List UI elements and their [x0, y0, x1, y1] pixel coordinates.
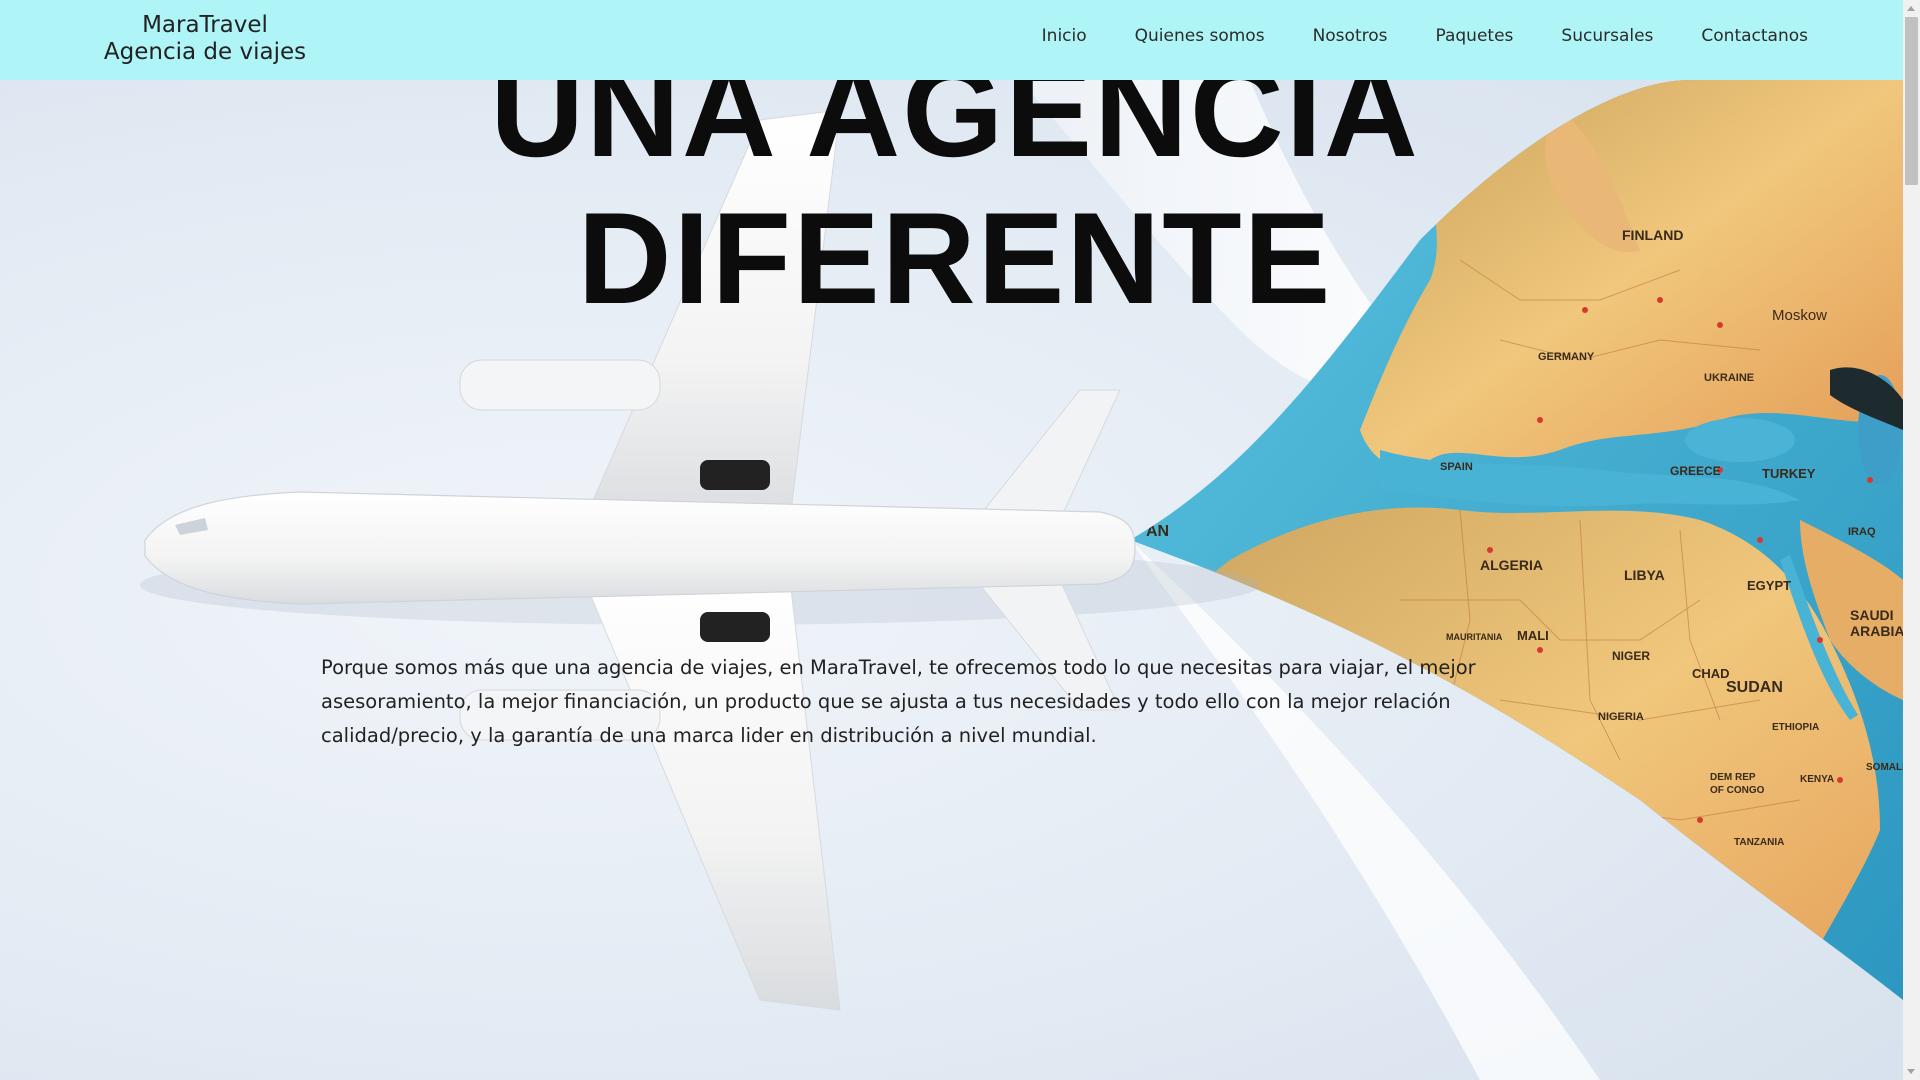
- map-label-somalia: SOMALIA: [1866, 762, 1903, 773]
- nav-item-inicio[interactable]: Inicio: [1042, 26, 1087, 46]
- map-label-tanzania: TANZANIA: [1734, 837, 1784, 848]
- nav-item-sucursales[interactable]: Sucursales: [1561, 26, 1653, 46]
- nav-item-paquetes[interactable]: Paquetes: [1435, 26, 1513, 46]
- map-label-chad: CHAD: [1692, 666, 1730, 681]
- map-label-libya: LIBYA: [1624, 567, 1665, 583]
- nav-menu: Inicio Quienes somos Nosotros Paquetes S…: [1042, 26, 1808, 46]
- map-label-mali: MALI: [1517, 628, 1549, 643]
- map-label-sudan: SUDAN: [1726, 679, 1783, 696]
- scroll-down-arrow-icon[interactable]: [1907, 1069, 1915, 1074]
- scroll-up-arrow-icon[interactable]: [1907, 6, 1915, 11]
- map-label-germany: GERMANY: [1538, 351, 1595, 363]
- map-label-finland: FINLAND: [1622, 227, 1683, 243]
- map-label-an: AN: [1146, 523, 1169, 540]
- map-label-kenya: KENYA: [1800, 774, 1834, 785]
- brand-tagline: Agencia de viajes: [103, 39, 307, 65]
- map-label-spain: SPAIN: [1440, 461, 1473, 473]
- nav-item-nosotros[interactable]: Nosotros: [1313, 26, 1388, 46]
- navbar: MaraTravel Agencia de viajes Inicio Quie…: [0, 0, 1903, 80]
- map-label-ethiopia: ETHIOPIA: [1772, 722, 1819, 733]
- map-label-iraq: IRAQ: [1848, 526, 1876, 538]
- scroll-thumb[interactable]: [1905, 17, 1918, 185]
- map-label-nigeria: NIGERIA: [1598, 711, 1644, 723]
- nav-item-contactanos[interactable]: Contactanos: [1701, 26, 1808, 46]
- hero-headline: UNA AGENCIA DIFERENTE: [340, 38, 1570, 332]
- map-label-of-congo: OF CONGO: [1710, 785, 1765, 796]
- map-label-algeria: ALGERIA: [1480, 557, 1543, 573]
- map-label-saudi: SAUDI: [1850, 607, 1894, 623]
- page-scrollbar[interactable]: [1903, 0, 1920, 1080]
- brand-name: MaraTravel: [142, 12, 268, 38]
- map-label-moskow: Moskow: [1772, 307, 1827, 324]
- map-label-dem-rep: DEM REP: [1710, 772, 1756, 783]
- map-label-niger: NIGER: [1612, 649, 1650, 663]
- map-label-arabia: ARABIA: [1850, 623, 1903, 639]
- hero-headline-line2: DIFERENTE: [577, 185, 1333, 331]
- map-label-ukraine: UKRAINE: [1704, 372, 1754, 384]
- nav-item-quienes-somos[interactable]: Quienes somos: [1135, 26, 1265, 46]
- map-label-turkey: TURKEY: [1762, 466, 1816, 481]
- map-label-greece: GREECE: [1670, 464, 1721, 478]
- brand-logo[interactable]: MaraTravel Agencia de viajes: [95, 12, 315, 66]
- hero-paragraph: Porque somos más que una agencia de viaj…: [321, 656, 1476, 747]
- map-label-mauritania: MAURITANIA: [1446, 632, 1503, 642]
- map-label-egypt: EGYPT: [1747, 578, 1791, 593]
